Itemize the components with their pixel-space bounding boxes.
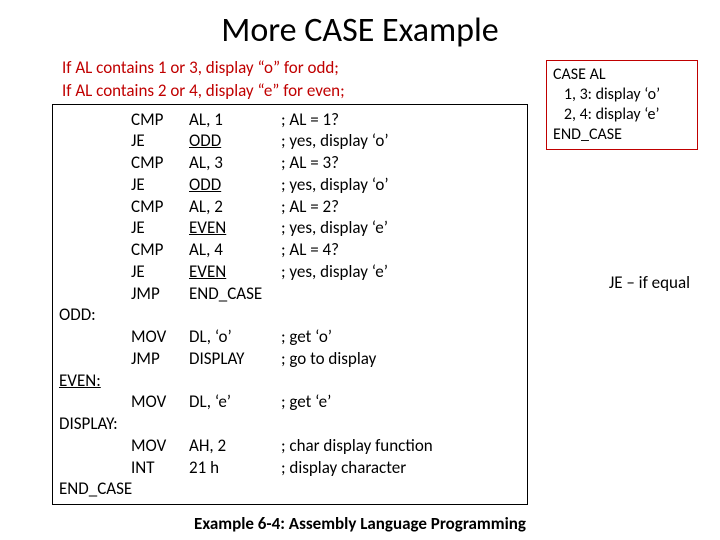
code-row: JEODD; yes, display ‘o’ xyxy=(59,174,521,196)
code-comment: ; AL = 3? xyxy=(281,152,339,174)
code-arg: AL, 4 xyxy=(189,239,281,261)
caption: Example 6-4: Assembly Language Programmi… xyxy=(22,513,698,534)
code-op: JE xyxy=(131,174,189,196)
code-op: CMP xyxy=(131,109,189,131)
code-arg: AL, 3 xyxy=(189,152,281,174)
slide: More CASE Example If AL contains 1 or 3,… xyxy=(0,0,720,540)
code-op: JE xyxy=(131,217,189,239)
code-comment: ; AL = 1? xyxy=(281,109,339,131)
code-box: CMPAL, 1; AL = 1?JEODD; yes, display ‘o’… xyxy=(52,104,528,506)
code-comment: ; go to display xyxy=(281,348,376,370)
code-comment: ; get ‘e’ xyxy=(281,391,331,413)
code-comment: ; yes, display ‘o’ xyxy=(281,174,389,196)
code-op: MOV xyxy=(131,391,189,413)
note-je: JE – if equal xyxy=(609,272,690,293)
code-arg: DL, ‘o’ xyxy=(189,326,281,348)
code-comment: ; yes, display ‘e’ xyxy=(281,217,388,239)
code-row: MOVAH, 2; char display function xyxy=(59,435,521,457)
code-comment: ; get ‘o’ xyxy=(281,326,332,348)
pseudo-line: 1, 3: display ‘o’ xyxy=(553,85,691,105)
code-op: JE xyxy=(131,130,189,152)
pseudo-line: END_CASE xyxy=(553,125,691,145)
code-row: JEODD; yes, display ‘o’ xyxy=(59,130,521,152)
code-label: END_CASE xyxy=(59,478,131,500)
code-row: INT21 h; display character xyxy=(59,457,521,479)
code-arg: 21 h xyxy=(189,457,281,479)
code-arg: AL, 2 xyxy=(189,196,281,218)
code-comment: ; display character xyxy=(281,457,406,479)
code-op: CMP xyxy=(131,239,189,261)
code-row: MOVDL, ‘o’; get ‘o’ xyxy=(59,326,521,348)
code-arg: EVEN xyxy=(189,217,281,239)
code-row: EVEN: xyxy=(59,370,521,392)
code-op: MOV xyxy=(131,435,189,457)
code-label: ODD: xyxy=(59,304,131,326)
code-row: CMPAL, 3; AL = 3? xyxy=(59,152,521,174)
pseudocode-box: CASE AL 1, 3: display ‘o’ 2, 4: display … xyxy=(546,60,698,150)
code-row: JMPDISPLAY; go to display xyxy=(59,348,521,370)
code-comment: ; char display function xyxy=(281,435,433,457)
code-comment: ; AL = 2? xyxy=(281,196,339,218)
code-arg: DL, ‘e’ xyxy=(189,391,281,413)
code-arg: EVEN xyxy=(189,261,281,283)
code-row: CMPAL, 4; AL = 4? xyxy=(59,239,521,261)
code-arg: END_CASE xyxy=(189,283,281,305)
code-op: JMP xyxy=(131,348,189,370)
code-label: DISPLAY: xyxy=(59,413,131,435)
code-row: ODD: xyxy=(59,304,521,326)
code-comment: ; AL = 4? xyxy=(281,239,339,261)
code-op: CMP xyxy=(131,196,189,218)
slide-title: More CASE Example xyxy=(22,10,698,51)
code-op: MOV xyxy=(131,326,189,348)
code-row: DISPLAY: xyxy=(59,413,521,435)
code-op: JE xyxy=(131,261,189,283)
code-comment: ; yes, display ‘o’ xyxy=(281,130,389,152)
code-op: INT xyxy=(131,457,189,479)
code-row: END_CASE xyxy=(59,478,521,500)
code-op: CMP xyxy=(131,152,189,174)
code-comment: ; yes, display ‘e’ xyxy=(281,261,388,283)
code-label: EVEN: xyxy=(59,370,131,392)
code-row: MOVDL, ‘e’; get ‘e’ xyxy=(59,391,521,413)
code-arg: AH, 2 xyxy=(189,435,281,457)
code-arg: ODD xyxy=(189,130,281,152)
code-row: JEEVEN; yes, display ‘e’ xyxy=(59,217,521,239)
pseudo-line: CASE AL xyxy=(553,65,691,85)
code-row: CMPAL, 2; AL = 2? xyxy=(59,196,521,218)
code-row: CMPAL, 1; AL = 1? xyxy=(59,109,521,131)
code-row: JEEVEN; yes, display ‘e’ xyxy=(59,261,521,283)
code-arg: AL, 1 xyxy=(189,109,281,131)
code-row: JMPEND_CASE xyxy=(59,283,521,305)
code-arg: ODD xyxy=(189,174,281,196)
pseudo-line: 2, 4: display ‘e’ xyxy=(553,105,691,125)
code-arg: DISPLAY xyxy=(189,348,281,370)
code-op: JMP xyxy=(131,283,189,305)
